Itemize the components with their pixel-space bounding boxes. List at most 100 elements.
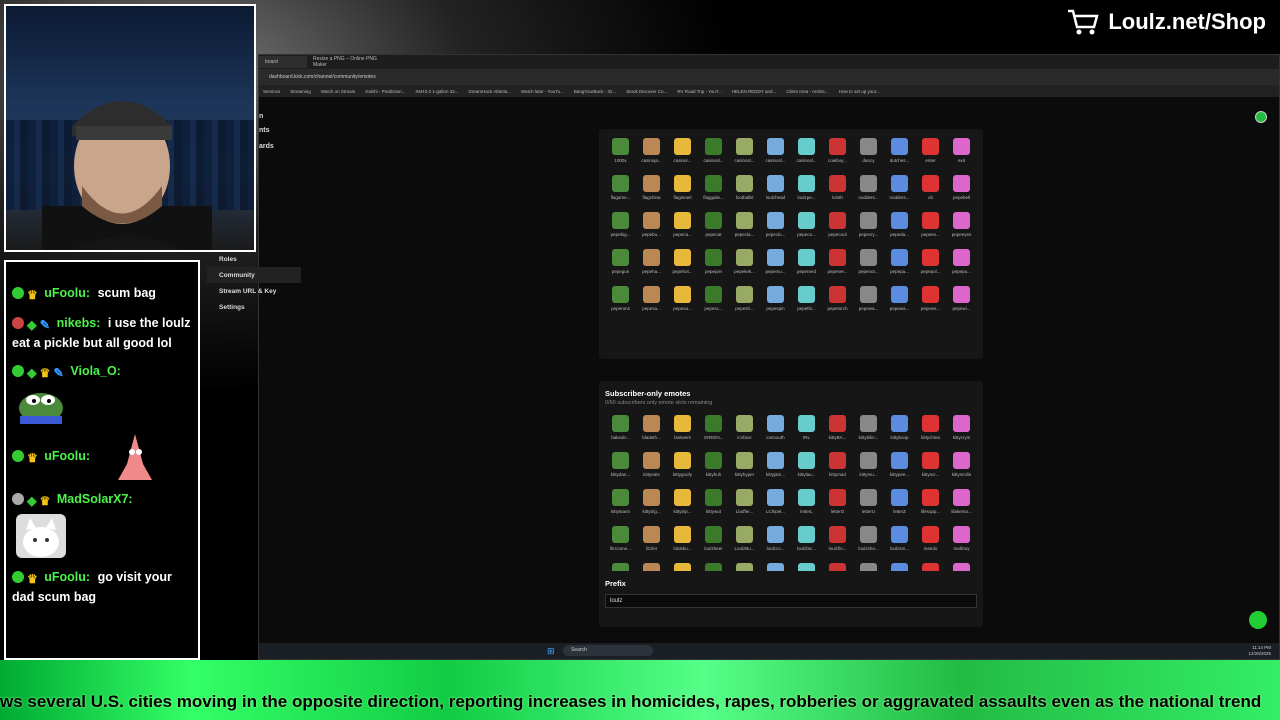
- emote-tile[interactable]: fastwerk: [667, 412, 698, 449]
- emote-tile[interactable]: loulzsho...: [853, 523, 884, 560]
- chat-username[interactable]: uFoolu:: [44, 286, 90, 300]
- nav-item-partial-2[interactable]: nts: [259, 127, 270, 134]
- emote-tile[interactable]: kittytrig...: [636, 486, 667, 523]
- emote-tile[interactable]: pepegun: [605, 246, 636, 283]
- emote-tile[interactable]: letterZ: [884, 486, 915, 523]
- emote-tile[interactable]: pepeco...: [791, 209, 822, 246]
- emote-tile[interactable]: loulzsm...: [884, 523, 915, 560]
- bookmark-item[interactable]: Kalshi - Prediction...: [365, 89, 405, 94]
- nav-item-roles[interactable]: Roles: [207, 251, 301, 267]
- emote-tile[interactable]: enter: [915, 135, 946, 172]
- emote-tile[interactable]: Lbuffer...: [729, 486, 760, 523]
- nav-item-settings[interactable]: Settings: [207, 299, 301, 315]
- emote-tile[interactable]: pepesc...: [698, 283, 729, 320]
- emote-tile[interactable]: lltrconne...: [605, 523, 636, 560]
- emote-tile[interactable]: lifesupp...: [915, 486, 946, 523]
- emote-tile[interactable]: mahboy: [946, 523, 977, 560]
- emote-tile[interactable]: lolokbu...: [667, 523, 698, 560]
- emote-tile[interactable]: pepemu...: [760, 246, 791, 283]
- emote-tile[interactable]: pepespin: [760, 283, 791, 320]
- bookmark-item[interactable]: Services: [263, 89, 280, 94]
- emote-tile[interactable]: pepehot...: [667, 246, 698, 283]
- emote-tile[interactable]: pepetorch: [822, 283, 853, 320]
- emote-tile[interactable]: pepepa...: [884, 246, 915, 283]
- emote-tile[interactable]: pepesh...: [729, 283, 760, 320]
- emote-tile[interactable]: bladeth...: [636, 412, 667, 449]
- emote-tile[interactable]: kittypee...: [884, 449, 915, 486]
- bookmark-item[interactable]: Streaming: [290, 89, 311, 94]
- emote-tile[interactable]: pepesa...: [636, 283, 667, 320]
- emote-tile[interactable]: loulzfac...: [791, 523, 822, 560]
- prefix-input[interactable]: loulz: [605, 594, 977, 608]
- chat-username[interactable]: nikebs:: [57, 316, 101, 330]
- emote-tile[interactable]: kittyhuh: [698, 449, 729, 486]
- emote-tile[interactable]: nodders...: [853, 172, 884, 209]
- emote-tile[interactable]: pepeclo...: [760, 209, 791, 246]
- emote-tile[interactable]: icemouth: [760, 412, 791, 449]
- emote-tile[interactable]: pepener...: [822, 246, 853, 283]
- emote-tile[interactable]: lizzler: [636, 523, 667, 560]
- bookmark-item[interactable]: BangYourBuck - 32...: [574, 89, 616, 94]
- emote-tile[interactable]: flagisrael: [667, 172, 698, 209]
- emote-tile[interactable]: pepewi...: [946, 283, 977, 320]
- emote-tile[interactable]: LChipel...: [760, 486, 791, 523]
- bookmark-item[interactable]: RV Road Trip - YouT...: [677, 89, 721, 94]
- emote-tile[interactable]: pepenot...: [853, 246, 884, 283]
- emote-tile[interactable]: letterU: [853, 486, 884, 523]
- chat-bubble-icon[interactable]: [1249, 611, 1267, 629]
- emote-tile[interactable]: pepecool: [822, 209, 853, 246]
- bookmark-item[interactable]: DreamHack Atlanta...: [468, 89, 511, 94]
- emote-tile[interactable]: pepebell: [946, 172, 977, 209]
- emote-tile[interactable]: nodders...: [884, 172, 915, 209]
- chat-username[interactable]: uFoolu:: [44, 449, 90, 463]
- emote-tile[interactable]: kittyscr...: [915, 449, 946, 486]
- emote-tile[interactable]: bakedn...: [605, 412, 636, 449]
- avatar[interactable]: [1255, 111, 1267, 123]
- tab-dashboard[interactable]: board: [259, 56, 307, 68]
- windows-start-icon[interactable]: ⊞: [547, 646, 555, 657]
- nav-item-partial-3[interactable]: ards: [259, 143, 274, 150]
- emote-tile[interactable]: casinosl...: [760, 135, 791, 172]
- emote-tile[interactable]: kittymad: [822, 449, 853, 486]
- emote-tile[interactable]: GREEN...: [698, 412, 729, 449]
- emote-tile[interactable]: kittysmilin: [946, 449, 977, 486]
- emote-tile[interactable]: kittystarin: [605, 486, 636, 523]
- emote-tile[interactable]: footballsl: [729, 172, 760, 209]
- emote-tile[interactable]: pepenerd: [791, 246, 822, 283]
- emote-tile[interactable]: pepecat: [698, 209, 729, 246]
- emote-tile[interactable]: letterL: [791, 486, 822, 523]
- emote-tile[interactable]: kittyeats: [636, 449, 667, 486]
- emote-tile[interactable]: casinosl...: [698, 135, 729, 172]
- emote-tile[interactable]: kittyjam...: [760, 449, 791, 486]
- emote-tile[interactable]: kittyhyper: [729, 449, 760, 486]
- emote-tile[interactable]: pepejoin: [698, 246, 729, 283]
- emote-tile[interactable]: pepeca...: [667, 209, 698, 246]
- chat-username[interactable]: uFoolu:: [44, 570, 90, 584]
- nav-item-partial-1[interactable]: n: [259, 113, 263, 120]
- emote-tile[interactable]: pepethi...: [791, 283, 822, 320]
- emote-tile[interactable]: icnface: [729, 412, 760, 449]
- emote-tile[interactable]: pepepol...: [915, 246, 946, 283]
- nav-item-stream-url[interactable]: Stream URL & Key: [207, 283, 301, 299]
- chat-username[interactable]: Viola_O:: [70, 364, 120, 378]
- emote-tile[interactable]: loulzco...: [760, 523, 791, 560]
- emote-tile[interactable]: dutches...: [884, 135, 915, 172]
- emote-tile[interactable]: loulzbeer: [698, 523, 729, 560]
- emote-tile[interactable]: loulzpe...: [791, 172, 822, 209]
- bookmark-item[interactable]: HELEN REDDY and...: [732, 89, 776, 94]
- emote-tile[interactable]: pepeex...: [915, 209, 946, 246]
- emote-tile[interactable]: casinosl...: [791, 135, 822, 172]
- emote-tile[interactable]: kittywut: [698, 486, 729, 523]
- emote-tile[interactable]: kittyBA...: [822, 412, 853, 449]
- address-bar[interactable]: dashboard.kick.com/channel/community/emo…: [259, 69, 1279, 85]
- emote-tile[interactable]: casinor...: [667, 135, 698, 172]
- emote-tile[interactable]: kittychina: [915, 412, 946, 449]
- emote-tile[interactable]: lilakema...: [946, 486, 977, 523]
- emote-tile[interactable]: pepewa...: [884, 283, 915, 320]
- emote-tile[interactable]: loulzfin...: [822, 523, 853, 560]
- emote-tile[interactable]: letterO: [822, 486, 853, 523]
- tab-png-maker[interactable]: Resize a PNG – Online PNG Maker: [307, 56, 397, 68]
- emote-tile[interactable]: kittygoofy: [667, 449, 698, 486]
- emote-tile[interactable]: pepecla...: [729, 209, 760, 246]
- emote-tile[interactable]: oh: [915, 172, 946, 209]
